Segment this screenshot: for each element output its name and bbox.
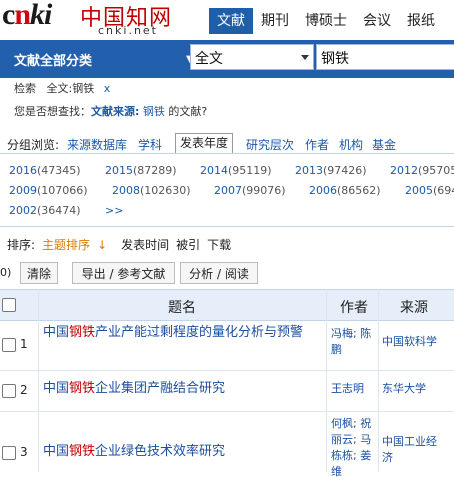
tab-newspapers[interactable]: 报纸	[399, 8, 443, 34]
sort-bar: 排序: 主题排序 ↓ 发表时间 被引 下载	[7, 236, 238, 253]
group-browse-label: 分组浏览:	[7, 138, 60, 152]
row-author-link[interactable]: 王志明	[331, 381, 377, 397]
row-author-link[interactable]: 冯梅; 陈鹏	[331, 326, 377, 358]
nav-tabs: 文献 期刊 博硕士 会议 报纸	[209, 8, 443, 36]
suggestion-source-label: 文献来源:	[91, 105, 140, 118]
search-field-value: 全文	[195, 51, 223, 67]
suggestion-suffix: 的文献?	[168, 105, 208, 118]
suggestion: 您是否想查找：文献来源: 钢铁 的文献?	[14, 103, 207, 119]
cnki-logo[interactable]: cnki 中国知网 cnki.net	[2, 0, 192, 40]
sort-label: 排序:	[7, 238, 36, 252]
year-facet-item[interactable]: 2005(694	[405, 184, 454, 197]
year-facet-item[interactable]: 2015(87289)	[105, 164, 177, 177]
suggestion-keyword-link[interactable]: 钢铁	[143, 105, 165, 118]
years-more-link[interactable]: >>	[105, 204, 123, 217]
group-option-institution[interactable]: 机构	[339, 136, 363, 153]
clear-button[interactable]: 清除	[20, 262, 58, 284]
top-bar: cnki 中国知网 cnki.net 文献 期刊 博硕士 会议 报纸	[0, 0, 454, 40]
export-button[interactable]: 导出 / 参考文献	[72, 262, 175, 284]
table-row: 1 中国钢铁产业产能过剩程度的量化分析与预警 冯梅; 陈鹏 中国软科学	[0, 320, 454, 371]
remove-filter-button[interactable]: x	[104, 82, 111, 95]
table-row: 3 中国钢铁企业绿色技术效率研究 何枫; 祝丽云; 马栋栋; 姜维 中国工业经济	[0, 412, 454, 478]
category-dropdown[interactable]: 文献全部分类 ▼	[0, 40, 194, 78]
year-facet-item[interactable]: 2008(102630)	[112, 184, 191, 197]
search-field-select[interactable]: 全文	[190, 44, 314, 70]
row-title-link[interactable]: 中国钢铁企业绿色技术效率研究	[43, 443, 225, 461]
column-title: 题名	[168, 300, 196, 316]
group-option-subject[interactable]: 学科	[138, 136, 162, 153]
year-facet-item[interactable]: 2002(36474)	[9, 204, 81, 217]
row-checkbox[interactable]	[2, 384, 16, 398]
row-number: 1	[20, 337, 28, 351]
row-source-link[interactable]: 东华大学	[382, 381, 426, 397]
sort-by-date[interactable]: 发表时间	[121, 238, 169, 252]
results-table-header: 题名 作者 来源	[0, 289, 454, 321]
select-all-checkbox[interactable]	[2, 298, 16, 312]
row-source-link[interactable]: 中国软科学	[382, 334, 437, 350]
column-author: 作者	[340, 300, 368, 316]
row-checkbox[interactable]	[2, 446, 16, 460]
tab-journals[interactable]: 期刊	[253, 8, 297, 34]
year-facet-item[interactable]: 2014(95119)	[200, 164, 272, 177]
row-number: 3	[20, 445, 28, 459]
group-option-level[interactable]: 研究层次	[246, 136, 294, 153]
selected-count: 0)	[0, 266, 12, 279]
group-option-author[interactable]: 作者	[305, 136, 329, 153]
group-option-year[interactable]: 发表年度	[175, 133, 234, 153]
breadcrumb-filter: 全文:钢铁	[46, 82, 95, 95]
year-facets: 2016(47345) 2015(87289) 2014(95119) 2013…	[0, 153, 454, 227]
search-query: 钢铁	[321, 51, 349, 67]
row-checkbox[interactable]	[2, 338, 16, 352]
category-label: 文献全部分类	[14, 53, 93, 69]
search-input[interactable]: 钢铁	[316, 44, 454, 70]
tab-theses[interactable]: 博硕士	[297, 8, 355, 34]
tab-literature[interactable]: 文献	[209, 8, 253, 34]
group-option-database[interactable]: 来源数据库	[67, 136, 127, 153]
group-browse: 分组浏览: 来源数据库 学科 发表年度 研究层次 作者 机构 基金	[0, 131, 454, 153]
breadcrumb: 检索 全文:钢铁 x	[14, 80, 110, 96]
row-title-link[interactable]: 中国钢铁企业集团产融结合研究	[43, 380, 225, 398]
row-author-link[interactable]: 何枫; 祝丽云; 马栋栋; 姜维	[331, 416, 377, 480]
year-facet-item[interactable]: 2012(95705	[390, 164, 454, 177]
year-facet-item[interactable]: 2009(107066)	[9, 184, 88, 197]
results-toolbar: 0) 清除 导出 / 参考文献 分析 / 阅读	[0, 260, 454, 286]
breadcrumb-label: 检索	[14, 82, 36, 95]
row-source-link[interactable]: 中国工业经济	[382, 434, 442, 466]
sort-down-arrow-icon: ↓	[97, 238, 108, 252]
column-source: 来源	[400, 300, 428, 316]
suggestion-prefix: 您是否想查找：	[14, 105, 91, 118]
year-facet-item[interactable]: 2013(97426)	[295, 164, 367, 177]
analyze-button[interactable]: 分析 / 阅读	[180, 262, 258, 284]
row-number: 2	[20, 383, 28, 397]
sort-by-citations[interactable]: 被引	[176, 238, 200, 252]
logo-brand: cnki	[2, 0, 52, 31]
year-facet-item[interactable]: 2006(86562)	[309, 184, 381, 197]
table-row: 2 中国钢铁企业集团产融结合研究 王志明 东华大学	[0, 371, 454, 412]
year-facet-item[interactable]: 2007(99076)	[214, 184, 286, 197]
logo-url: cnki.net	[98, 24, 158, 37]
sort-by-downloads[interactable]: 下载	[207, 238, 231, 252]
group-option-fund[interactable]: 基金	[372, 136, 396, 153]
dropdown-arrow-icon	[301, 55, 309, 60]
row-title-link[interactable]: 中国钢铁产业产能过剩程度的量化分析与预警	[43, 324, 325, 342]
tab-conferences[interactable]: 会议	[355, 8, 399, 34]
sort-by-relevance[interactable]: 主题排序 ↓	[42, 238, 114, 252]
year-facet-item[interactable]: 2016(47345)	[9, 164, 81, 177]
